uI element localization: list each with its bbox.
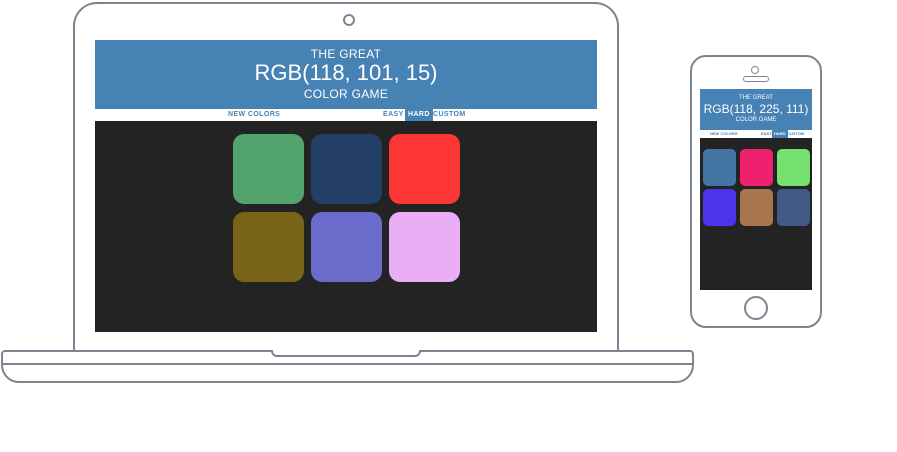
- phone-home-button[interactable]: [744, 296, 768, 320]
- color-square-1[interactable]: [703, 149, 736, 186]
- game-header: THE GREAT RGB(118, 225, 111) COLOR GAME: [700, 89, 812, 130]
- target-rgb-display: RGB(118, 101, 15): [254, 60, 438, 85]
- color-square-3[interactable]: [389, 134, 460, 204]
- color-square-6[interactable]: [777, 189, 810, 226]
- custom-mode-button[interactable]: CUSTOM: [430, 109, 469, 121]
- new-colors-button[interactable]: NEW COLORS: [225, 109, 283, 121]
- hard-mode-button[interactable]: HARD: [405, 109, 433, 121]
- phone-screen: THE GREAT RGB(118, 225, 111) COLOR GAME …: [700, 89, 812, 290]
- game-header: THE GREAT RGB(118, 101, 15) COLOR GAME: [95, 40, 597, 109]
- laptop-notch: [271, 350, 421, 357]
- header-title-bottom: COLOR GAME: [303, 87, 389, 101]
- target-rgb-display: RGB(118, 225, 111): [703, 102, 809, 116]
- phone-speaker: [743, 76, 769, 82]
- laptop-camera-icon: [343, 14, 355, 26]
- laptop-base-edge: [1, 363, 694, 365]
- color-square-6[interactable]: [389, 212, 460, 282]
- game-menu-bar: NEW COLORS EASY HARD CUSTOM: [700, 130, 812, 138]
- new-colors-button[interactable]: NEW COLORS: [708, 130, 740, 138]
- custom-mode-button[interactable]: CUSTOM: [785, 130, 806, 138]
- easy-mode-button[interactable]: EASY: [380, 109, 407, 121]
- color-square-5[interactable]: [311, 212, 382, 282]
- color-square-2[interactable]: [311, 134, 382, 204]
- color-square-4[interactable]: [233, 212, 304, 282]
- laptop-screen: THE GREAT RGB(118, 101, 15) COLOR GAME N…: [95, 40, 597, 332]
- header-title-top: THE GREAT: [310, 47, 382, 61]
- color-square-4[interactable]: [703, 189, 736, 226]
- color-square-2[interactable]: [740, 149, 773, 186]
- header-title-bottom: COLOR GAME: [735, 117, 777, 123]
- game-menu-bar: NEW COLORS EASY HARD CUSTOM: [95, 109, 597, 121]
- header-title-top: THE GREAT: [739, 95, 773, 101]
- color-square-5[interactable]: [740, 189, 773, 226]
- color-square-1[interactable]: [233, 134, 304, 204]
- phone-camera-icon: [751, 66, 759, 74]
- color-square-3[interactable]: [777, 149, 810, 186]
